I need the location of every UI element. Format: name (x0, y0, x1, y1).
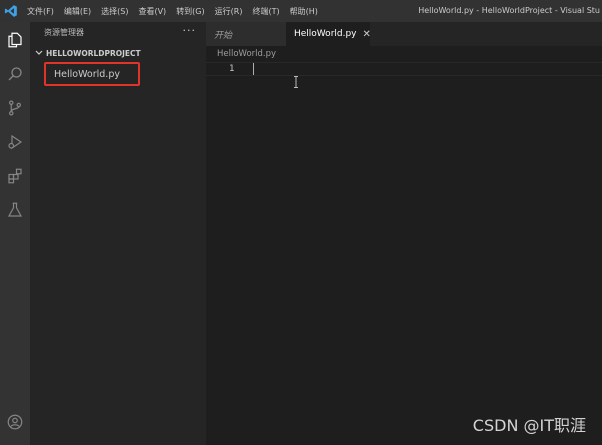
testing-icon[interactable] (3, 198, 27, 222)
project-folder[interactable]: HELLOWORLDPROJECT (34, 48, 141, 58)
chevron-down-icon (35, 50, 43, 55)
file-item-helloworld[interactable]: HelloWorld.py (44, 62, 140, 86)
explorer-icon[interactable] (3, 28, 27, 52)
breadcrumb[interactable]: HelloWorld.py (217, 49, 276, 59)
tab-start[interactable]: 开始 (206, 22, 286, 46)
menu-view[interactable]: 查看(V) (133, 6, 171, 17)
extensions-icon[interactable] (3, 164, 27, 188)
menu-run[interactable]: 运行(R) (210, 6, 248, 17)
tab-start-label: 开始 (214, 30, 233, 41)
sidebar-title: 资源管理器 (44, 28, 84, 37)
line-number: 1 (229, 64, 235, 74)
menu-edit[interactable]: 编辑(E) (59, 6, 96, 17)
editor-tab-bar: 开始 HelloWorld.py ✕ (206, 22, 602, 46)
close-icon[interactable]: ✕ (363, 29, 371, 40)
window-title: HelloWorld.py - HelloWorldProject - Visu… (418, 6, 600, 15)
menu-bar: 文件(F) 编辑(E) 选择(S) 查看(V) 转到(G) 运行(R) 终端(T… (22, 6, 323, 17)
tab-helloworld-label: HelloWorld.py (294, 29, 357, 39)
vscode-logo-icon (0, 0, 22, 22)
tab-helloworld[interactable]: HelloWorld.py ✕ (286, 22, 371, 46)
text-cursor (253, 63, 254, 75)
more-actions-button[interactable]: ··· (183, 24, 197, 37)
menu-terminal[interactable]: 终端(T) (247, 6, 284, 17)
explorer-sidebar: 资源管理器 ··· HELLOWORLDPROJECT HelloWorld.p… (30, 22, 206, 445)
activity-bar (0, 22, 30, 445)
account-icon[interactable] (3, 410, 27, 434)
ibeam-cursor-icon (294, 76, 298, 88)
file-name: HelloWorld.py (54, 68, 120, 80)
current-line-highlight[interactable] (206, 62, 602, 76)
project-name: HELLOWORLDPROJECT (46, 48, 141, 58)
search-icon[interactable] (3, 62, 27, 86)
title-bar: 文件(F) 编辑(E) 选择(S) 查看(V) 转到(G) 运行(R) 终端(T… (0, 0, 602, 22)
menu-go[interactable]: 转到(G) (171, 6, 209, 17)
source-control-icon[interactable] (3, 96, 27, 120)
menu-help[interactable]: 帮助(H) (285, 6, 323, 17)
run-debug-icon[interactable] (3, 130, 27, 154)
watermark: CSDN @IT职涯 (472, 416, 586, 435)
menu-selection[interactable]: 选择(S) (96, 6, 133, 17)
menu-file[interactable]: 文件(F) (22, 6, 59, 17)
